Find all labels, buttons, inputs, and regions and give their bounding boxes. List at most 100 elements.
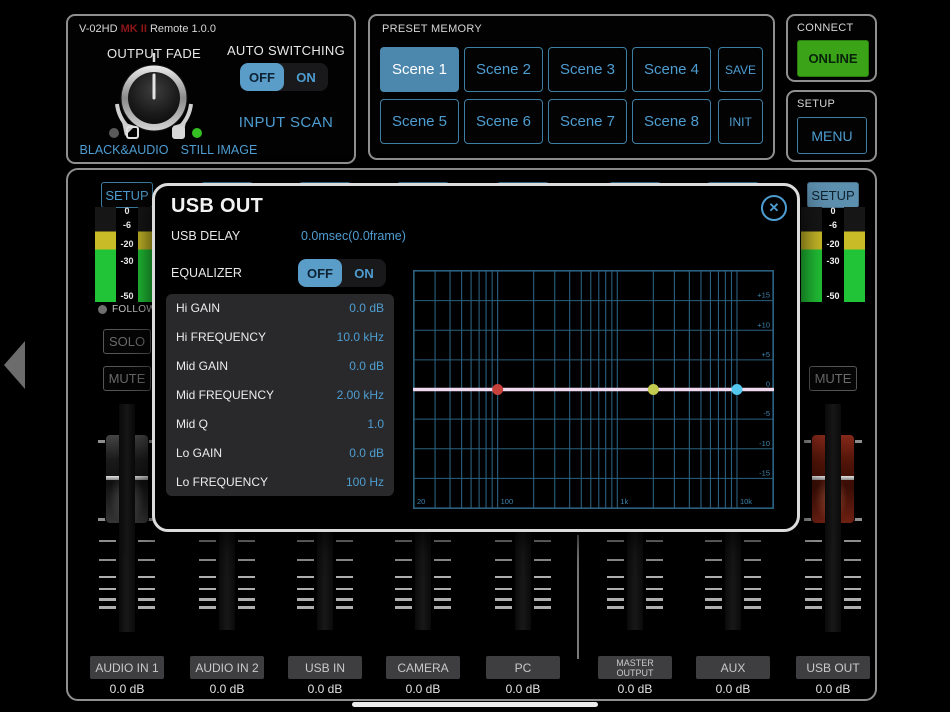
eq-param-row[interactable]: Lo FREQUENCY 100 Hz xyxy=(166,467,394,496)
fader-scale-tick xyxy=(805,559,822,561)
fader-track[interactable] xyxy=(317,522,333,630)
fader-scale-tick xyxy=(495,588,512,590)
fader-scale-tick xyxy=(138,588,155,590)
fader-scale-tick xyxy=(199,606,216,609)
fader-scale-tick xyxy=(336,598,353,601)
fader-scale-tick xyxy=(607,606,624,609)
fader-scale-tick xyxy=(99,540,116,542)
mute-button-usb-out[interactable]: MUTE xyxy=(809,366,857,391)
scene-button-scene-6[interactable]: Scene 6 xyxy=(464,99,543,144)
usb-delay-value[interactable]: 0.0msec(0.0frame) xyxy=(301,229,406,243)
fader-track[interactable] xyxy=(825,404,841,632)
connect-panel: CONNECT ONLINE xyxy=(786,14,877,82)
fader-scale-tick xyxy=(607,576,624,578)
close-button[interactable]: ✕ xyxy=(761,195,787,221)
auto-switching-off-button[interactable]: OFF xyxy=(240,63,284,91)
fader-track[interactable] xyxy=(725,522,741,630)
master-section-divider xyxy=(577,535,579,659)
input-scan-button[interactable]: INPUT SCAN xyxy=(224,114,348,131)
equalizer-on-button[interactable]: ON xyxy=(342,259,386,287)
eq-param-row[interactable]: Hi GAIN 0.0 dB xyxy=(166,294,394,323)
eq-param-row[interactable]: Hi FREQUENCY 10.0 kHz xyxy=(166,323,394,352)
eq-param-row[interactable]: Mid Q 1.0 xyxy=(166,409,394,438)
fader-scale-tick xyxy=(646,576,663,578)
equalizer-off-button[interactable]: OFF xyxy=(298,259,342,287)
fader-track[interactable] xyxy=(627,522,643,630)
svg-text:-5: -5 xyxy=(763,409,770,418)
meter-scale-label: 0 xyxy=(124,206,130,216)
scene-button-scene-2[interactable]: Scene 2 xyxy=(464,47,543,92)
scene-button-scene-5[interactable]: Scene 5 xyxy=(380,99,459,144)
solo-button[interactable]: SOLO xyxy=(103,329,151,354)
scene-button-scene-4[interactable]: Scene 4 xyxy=(632,47,711,92)
fader-scale-tick xyxy=(395,588,412,590)
fader-scale-tick xyxy=(844,540,861,542)
fader-scale-tick xyxy=(434,540,451,542)
fader-scale-tick xyxy=(705,588,722,590)
fader-track[interactable] xyxy=(219,522,235,630)
fader-scale-tick xyxy=(805,598,822,601)
eq-param-value: 1.0 xyxy=(367,416,384,431)
mute-button-audio-in-1[interactable]: MUTE xyxy=(103,366,151,391)
save-button[interactable]: SAVE xyxy=(718,47,763,92)
svg-text:-10: -10 xyxy=(759,439,770,448)
channel-setup-button-audio-in-1[interactable]: SETUP xyxy=(101,182,153,208)
level-meter-left-bar xyxy=(95,207,116,302)
scene-button-scene-3[interactable]: Scene 3 xyxy=(548,47,627,92)
init-button[interactable]: INIT xyxy=(718,99,763,144)
svg-text:+10: +10 xyxy=(757,320,770,329)
meter-scale: 0 -6 -20 -30 -50 xyxy=(822,207,844,302)
channel-level-value: 0.0 dB xyxy=(617,682,653,696)
svg-text:1k: 1k xyxy=(620,497,628,506)
eq-param-value: 10.0 kHz xyxy=(336,330,384,345)
fader-scale-tick xyxy=(744,540,761,542)
follow-label: FOLLOW xyxy=(111,304,157,315)
fader-scale-tick xyxy=(495,606,512,609)
scene-button-scene-1[interactable]: Scene 1 xyxy=(380,47,459,92)
fader-scale-tick xyxy=(395,559,412,561)
eq-param-label: Mid FREQUENCY xyxy=(176,388,275,402)
online-button[interactable]: ONLINE xyxy=(797,40,869,77)
eq-param-value: 0.0 dB xyxy=(349,301,384,316)
home-indicator[interactable] xyxy=(352,702,598,707)
fader-scale-tick xyxy=(395,606,412,609)
channel-level-value: 0.0 dB xyxy=(815,682,851,696)
fader-scale-tick xyxy=(646,540,663,542)
auto-switching-on-button[interactable]: ON xyxy=(284,63,328,91)
svg-text:20: 20 xyxy=(417,497,425,506)
output-fade-panel: V-02HD MK II Remote 1.0.0 OUTPUT FADE BL… xyxy=(66,14,356,164)
app-mk: MK II xyxy=(120,23,147,35)
channel-level-value: 0.0 dB xyxy=(505,682,541,696)
auto-switching-title: AUTO SWITCHING xyxy=(226,43,346,58)
eq-param-row[interactable]: Mid FREQUENCY 2.00 kHz xyxy=(166,381,394,410)
eq-param-label: Hi FREQUENCY xyxy=(176,330,267,345)
still-image-dot-icon xyxy=(192,127,202,138)
scene-button-scene-8[interactable]: Scene 8 xyxy=(632,99,711,144)
back-chevron-icon[interactable] xyxy=(4,341,25,389)
eq-param-label: Lo FREQUENCY xyxy=(176,474,269,489)
fader-track[interactable] xyxy=(119,404,135,632)
scene-button-scene-7[interactable]: Scene 7 xyxy=(548,99,627,144)
fader-scale-tick xyxy=(99,606,116,609)
level-meter-right-bar xyxy=(844,207,865,302)
fader-scale-tick xyxy=(744,588,761,590)
svg-text:+5: +5 xyxy=(761,350,770,359)
fader-scale-tick xyxy=(844,606,861,609)
fader-scale-tick xyxy=(705,559,722,561)
fader-scale-tick xyxy=(495,576,512,578)
still-image-indicator xyxy=(172,126,202,139)
fader-track[interactable] xyxy=(515,522,531,630)
still-image-label: STILL IMAGE xyxy=(180,143,258,157)
channel-setup-button-usb-out[interactable]: SETUP xyxy=(807,182,859,208)
eq-param-row[interactable]: Mid GAIN 0.0 dB xyxy=(166,352,394,381)
setup-panel: SETUP MENU xyxy=(786,90,877,162)
channel-level-value: 0.0 dB xyxy=(307,682,343,696)
channel-label: CAMERA xyxy=(386,656,460,679)
eq-param-row[interactable]: Lo GAIN 0.0 dB xyxy=(166,438,394,467)
fader-scale-tick xyxy=(434,576,451,578)
fader-scale-tick xyxy=(534,576,551,578)
fader-scale-tick xyxy=(138,576,155,578)
menu-button[interactable]: MENU xyxy=(797,117,867,154)
svg-text:10k: 10k xyxy=(740,497,752,506)
fader-track[interactable] xyxy=(415,522,431,630)
